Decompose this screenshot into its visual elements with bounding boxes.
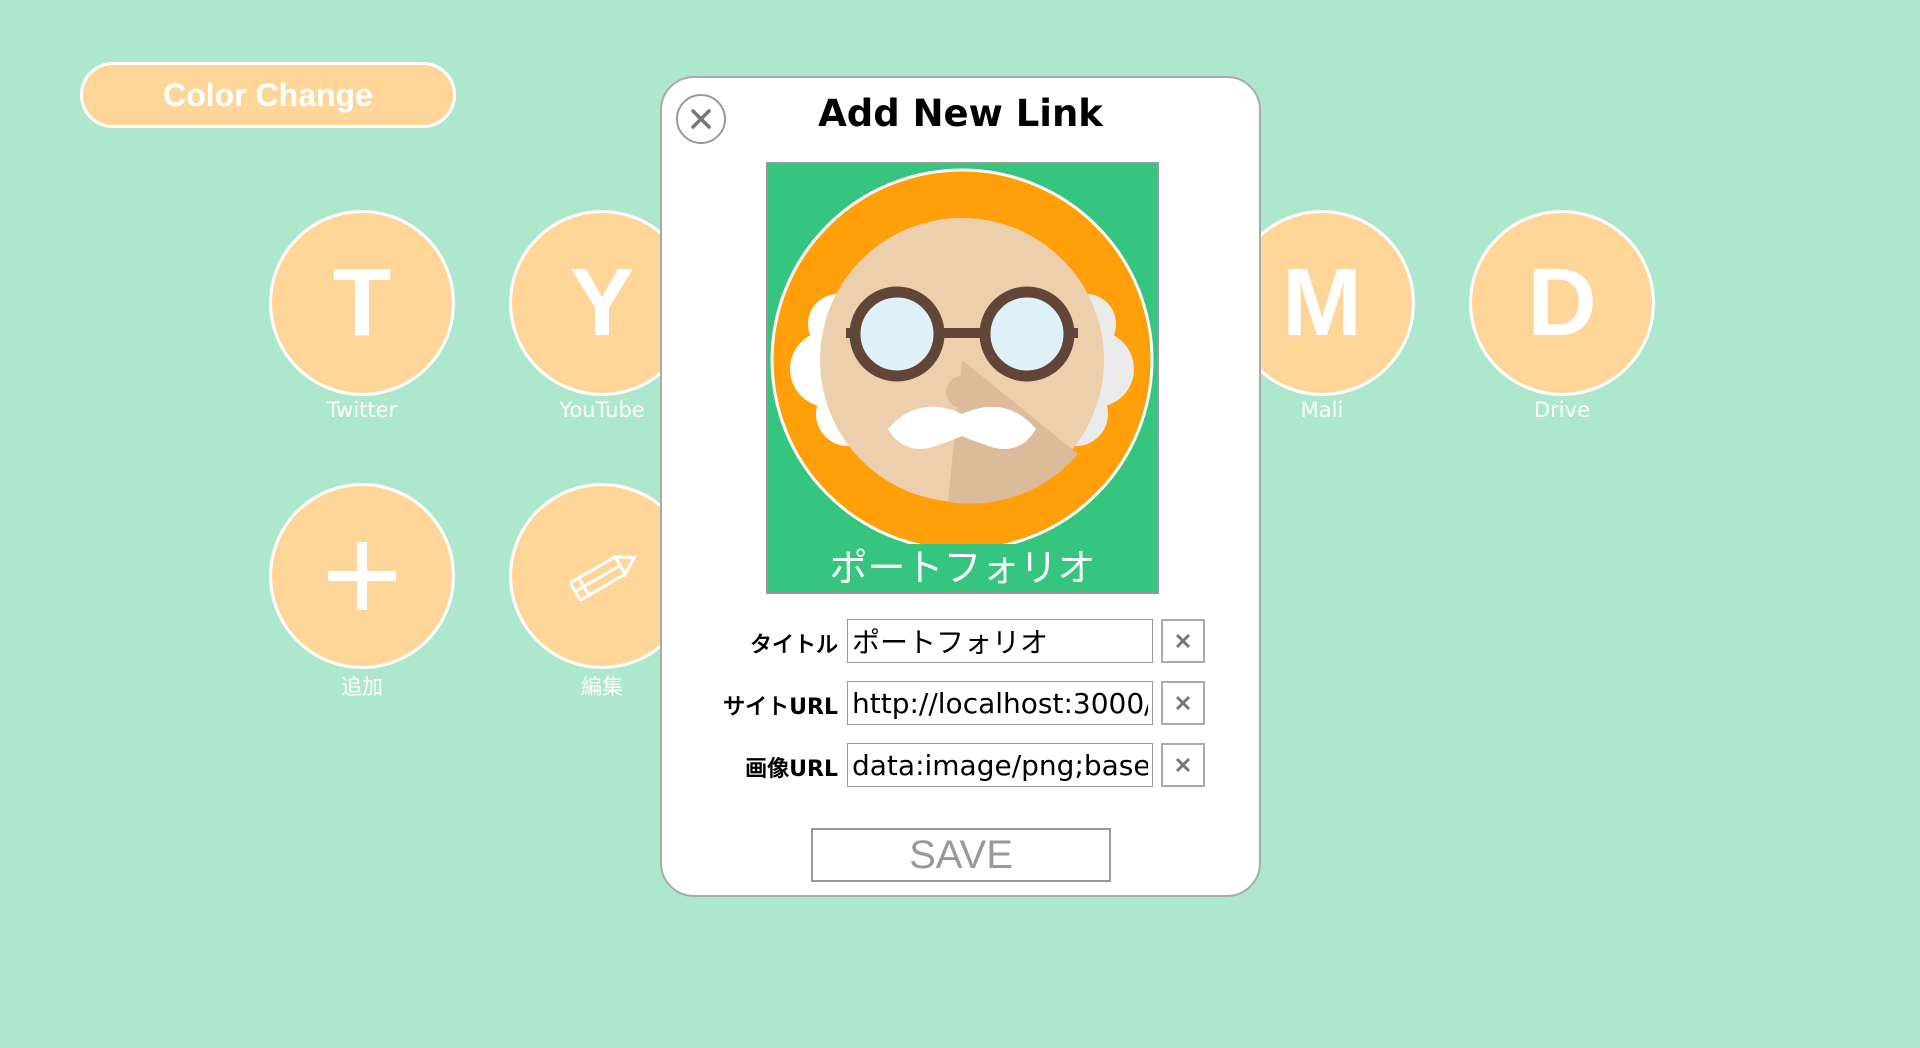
link-label: Drive	[1534, 398, 1590, 422]
clear-image-url-button[interactable]	[1161, 743, 1205, 787]
dialog-title: Add New Link	[818, 92, 1103, 135]
close-icon	[1175, 757, 1191, 773]
title-label: タイトル	[749, 633, 838, 658]
pencil-icon	[569, 555, 637, 601]
link-circle[interactable]: D	[1469, 210, 1655, 396]
link-circle[interactable]: T	[269, 210, 455, 396]
add-label: 追加	[341, 675, 383, 699]
plus-icon	[328, 542, 396, 610]
title-row: タイトル	[662, 619, 1262, 665]
clear-title-button[interactable]	[1161, 619, 1205, 663]
add-button[interactable]	[269, 483, 455, 669]
url-row: サイトURL	[662, 681, 1262, 727]
title-input[interactable]	[847, 619, 1153, 663]
image-url-row: 画像URL	[662, 743, 1262, 789]
image-url-label: 画像URL	[745, 757, 838, 782]
close-icon	[1175, 695, 1191, 711]
url-input[interactable]	[847, 681, 1153, 725]
save-button[interactable]: SAVE	[811, 828, 1111, 882]
professor-avatar-icon	[770, 168, 1154, 544]
url-label: サイトURL	[723, 695, 838, 720]
close-icon	[1175, 633, 1191, 649]
color-change-button[interactable]: Color Change	[80, 62, 456, 128]
image-preview: ポートフォリオ	[766, 162, 1159, 594]
link-tile-drive[interactable]: D Drive	[1469, 210, 1655, 422]
link-label: Twitter	[326, 398, 398, 422]
link-tile-twitter[interactable]: T Twitter	[269, 210, 455, 422]
image-url-input[interactable]	[847, 743, 1153, 787]
preview-caption: ポートフォリオ	[829, 546, 1096, 590]
add-link-dialog: Add New Link ポートフォリオ タイトル ポートフォリオ サイトURL…	[660, 76, 1261, 897]
clear-url-button[interactable]	[1161, 681, 1205, 725]
add-link-tile[interactable]: 追加	[269, 483, 455, 701]
